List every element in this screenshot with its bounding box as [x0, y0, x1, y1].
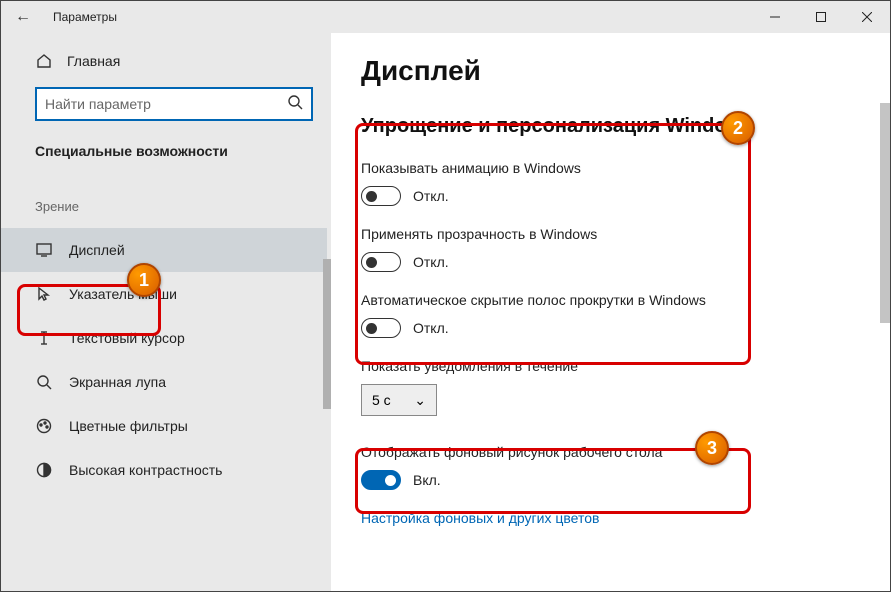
toggle-wallpaper-state: Вкл.: [413, 472, 441, 488]
badge-2: 2: [721, 111, 755, 145]
sidebar-item-label: Цветные фильтры: [69, 418, 188, 434]
sidebar-item-textcursor[interactable]: Текстовый курсор: [35, 316, 321, 360]
notifications-dropdown[interactable]: 5 с ⌄: [361, 384, 437, 416]
sidebar-item-colorfilters[interactable]: Цветные фильтры: [35, 404, 321, 448]
setting-notifications-label: Показать уведомления в течение: [361, 358, 868, 374]
home-label: Главная: [67, 53, 120, 69]
sidebar-scrollbar[interactable]: [323, 259, 331, 409]
group-label: Зрение: [35, 199, 321, 214]
sidebar-item-label: Экранная лупа: [69, 374, 166, 390]
setting-wallpaper-label: Отображать фоновый рисунок рабочего стол…: [361, 444, 868, 460]
toggle-animations-state: Откл.: [413, 188, 449, 204]
toggle-wallpaper[interactable]: [361, 470, 401, 490]
window-title: Параметры: [53, 10, 117, 24]
page-subheading: Упрощение и персонализация Windows: [361, 115, 868, 138]
close-button[interactable]: [844, 1, 890, 33]
pointer-icon: [35, 286, 53, 302]
colors-link[interactable]: Настройка фоновых и других цветов: [361, 510, 599, 526]
search-placeholder: Найти параметр: [45, 96, 287, 112]
badge-1: 1: [127, 263, 161, 297]
back-icon[interactable]: ←: [15, 8, 31, 26]
magnifier-icon: [35, 374, 53, 390]
setting-animations-label: Показывать анимацию в Windows: [361, 160, 868, 176]
main-pane: Дисплей Упрощение и персонализация Windo…: [331, 33, 890, 591]
badge-3: 3: [695, 431, 729, 465]
titlebar: ← Параметры: [1, 1, 890, 33]
contrast-icon: [35, 462, 53, 478]
window-controls: [752, 1, 890, 33]
sidebar-item-magnifier[interactable]: Экранная лупа: [35, 360, 321, 404]
sidebar: Главная Найти параметр Специальные возмо…: [1, 33, 331, 591]
sidebar-item-display[interactable]: Дисплей: [1, 228, 327, 272]
search-icon: [287, 94, 303, 115]
sidebar-item-label: Указатель мыши: [69, 286, 177, 302]
home-link[interactable]: Главная: [35, 53, 321, 69]
monitor-icon: [35, 242, 53, 258]
search-input[interactable]: Найти параметр: [35, 87, 313, 121]
text-cursor-icon: [35, 330, 53, 346]
page-heading: Дисплей: [361, 55, 868, 87]
toggle-animations[interactable]: [361, 186, 401, 206]
settings-window: ← Параметры Главная: [0, 0, 891, 592]
palette-icon: [35, 418, 53, 434]
home-icon: [35, 53, 53, 69]
sidebar-item-highcontrast[interactable]: Высокая контрастность: [35, 448, 321, 492]
setting-transparency-label: Применять прозрачность в Windows: [361, 226, 868, 242]
toggle-scrollbars[interactable]: [361, 318, 401, 338]
sidebar-item-label: Высокая контрастность: [69, 462, 222, 478]
section-title: Специальные возможности: [35, 143, 321, 159]
toggle-scrollbars-state: Откл.: [413, 320, 449, 336]
sidebar-item-label: Текстовый курсор: [69, 330, 185, 346]
sidebar-item-cursor[interactable]: Указатель мыши: [35, 272, 321, 316]
maximize-button[interactable]: [798, 1, 844, 33]
dropdown-value: 5 с: [372, 392, 391, 408]
main-scrollbar[interactable]: [880, 103, 890, 323]
minimize-button[interactable]: [752, 1, 798, 33]
toggle-transparency[interactable]: [361, 252, 401, 272]
setting-scrollbars-label: Автоматическое скрытие полос прокрутки в…: [361, 292, 868, 308]
toggle-transparency-state: Откл.: [413, 254, 449, 270]
sidebar-item-label: Дисплей: [69, 242, 125, 258]
chevron-down-icon: ⌄: [414, 392, 426, 409]
